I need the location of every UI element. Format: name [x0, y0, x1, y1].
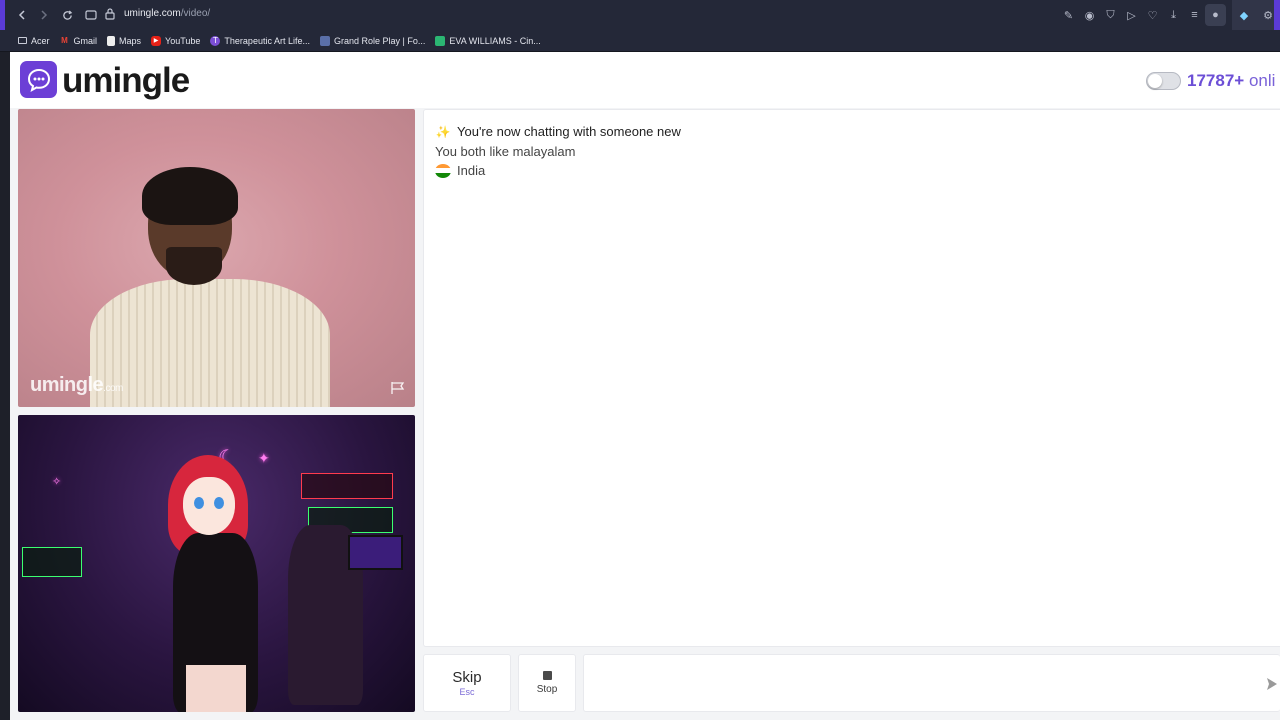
bookmark-label: Gmail: [73, 35, 98, 46]
profile-icon[interactable]: ●: [1205, 4, 1226, 26]
window-edge: [0, 0, 5, 30]
watermark-tld: .com: [103, 383, 123, 394]
stranger-beard: [166, 247, 222, 285]
neon-star-decoration: ✦: [258, 450, 270, 466]
bookmark-label: Maps: [119, 35, 142, 46]
online-count: 17787+: [1187, 71, 1245, 90]
url-path: /video/: [180, 8, 211, 19]
site-icon: [319, 35, 330, 46]
system-message-interests: You both like malayalam: [435, 144, 575, 159]
sparkles-icon: ✨: [435, 124, 451, 139]
youtube-icon: ▶: [151, 35, 162, 46]
bookmark-grand-role-play[interactable]: Grand Role Play | Fo...: [319, 35, 426, 46]
online-counter: 17787+ onli: [1187, 71, 1275, 91]
site-header: umingle 17787+ onli: [10, 52, 1280, 108]
stranger-figure: [90, 279, 330, 407]
page: umingle 17787+ onli umingle.com ✧ ☾ ✦ ✨: [10, 52, 1280, 720]
bookmark-label: Grand Role Play | Fo...: [333, 35, 426, 46]
extension-group: ◆ ⚙: [1232, 0, 1280, 30]
forward-button[interactable]: [35, 6, 53, 24]
site-icon: T: [210, 35, 221, 46]
bookmark-youtube[interactable]: ▶ YouTube: [151, 35, 201, 46]
window-icon: [85, 10, 97, 20]
kick-sign-left: [22, 547, 82, 577]
bookmark-gmail[interactable]: M Gmail: [60, 35, 98, 46]
avatar-eye: [194, 497, 204, 509]
download-icon[interactable]: ⤓: [1163, 0, 1184, 30]
report-flag-icon[interactable]: [390, 381, 406, 395]
back-button[interactable]: [13, 6, 31, 24]
site-icon: [435, 35, 446, 46]
brand-logo[interactable]: umingle: [62, 61, 190, 101]
bookmark-maps[interactable]: Maps: [107, 35, 142, 46]
system-message-intro: ✨ You're now chatting with someone new: [435, 124, 681, 139]
maps-icon: [107, 35, 116, 46]
reload-icon: [62, 9, 72, 20]
bookmark-label: Therapeutic Art Life...: [224, 35, 310, 46]
theme-toggle[interactable]: [1146, 72, 1181, 90]
bookmark-label: EVA WILLIAMS - Cin...: [449, 35, 541, 46]
bookmark-therapeutic-art[interactable]: T Therapeutic Art Life...: [210, 35, 310, 46]
stop-button[interactable]: Stop: [518, 654, 576, 712]
message-input[interactable]: [596, 663, 1256, 703]
window-edge-right: [1274, 0, 1280, 30]
edit-icon[interactable]: ✎: [1058, 0, 1079, 30]
system-message-country: India: [435, 163, 485, 178]
avatar-legs: [186, 665, 246, 712]
watermark-brand: umingle: [30, 374, 104, 396]
avatar-eye: [214, 497, 224, 509]
toolbar-actions: ✎ ◉ ⛉ ▷ ♡ ⤓ ≡ ● ◆ ⚙: [1058, 0, 1280, 30]
stranger-hair: [142, 167, 238, 225]
neon-sign-left: ✧: [52, 476, 62, 488]
message-box: [583, 654, 1280, 712]
gmail-icon: M: [61, 36, 68, 45]
forward-arrow-icon: [41, 10, 48, 20]
country-text: India: [457, 163, 486, 178]
avatar-face: [183, 477, 235, 535]
skip-label: Skip: [452, 669, 482, 686]
url-host: umingle.com: [124, 8, 181, 19]
intro-text: You're now chatting with someone new: [457, 124, 681, 139]
india-flag-icon: [435, 163, 451, 178]
stranger-video: umingle.com: [18, 109, 415, 407]
address-bar[interactable]: umingle.com/video/: [124, 8, 210, 19]
folder-icon: [18, 37, 27, 44]
bookmark-label: YouTube: [165, 35, 201, 46]
back-arrow-icon: [18, 10, 25, 20]
extension-icon[interactable]: ◆: [1236, 0, 1252, 30]
stop-icon: [542, 671, 552, 680]
chat-panel: ✨ You're now chatting with someone new Y…: [423, 109, 1280, 647]
camera-icon[interactable]: ◉: [1079, 0, 1100, 30]
send-icon[interactable]: [1266, 677, 1278, 691]
stop-label: Stop: [536, 684, 558, 695]
browser-toolbar: umingle.com/video/ ✎ ◉ ⛉ ▷ ♡ ⤓ ≡ ● ◆ ⚙: [0, 0, 1280, 30]
youtube-sign: [301, 473, 393, 499]
skip-button[interactable]: Skip Esc: [423, 654, 511, 712]
bookmarks-bar: Acer M Gmail Maps ▶ YouTube T Therapeuti…: [0, 30, 1280, 52]
self-video: ✧ ☾ ✦: [18, 415, 415, 712]
menu-icon[interactable]: ≡: [1184, 0, 1205, 30]
bookmark-acer[interactable]: Acer: [18, 36, 50, 46]
heart-icon[interactable]: ♡: [1142, 0, 1163, 30]
interests-text: You both like malayalam: [435, 144, 576, 159]
tab-toggle-button[interactable]: [82, 6, 100, 24]
chat-bubble-logo-icon[interactable]: [20, 61, 57, 98]
shield-icon[interactable]: ⛉: [1100, 0, 1121, 30]
online-label: onli: [1248, 71, 1276, 90]
skip-shortcut: Esc: [459, 687, 475, 697]
lock-icon[interactable]: [104, 7, 118, 21]
video-watermark: umingle.com: [30, 374, 123, 397]
bookmark-label: Acer: [31, 35, 50, 46]
bookmark-eva-williams[interactable]: EVA WILLIAMS - Cin...: [435, 35, 541, 46]
play-icon[interactable]: ▷: [1121, 0, 1142, 30]
monitor: [348, 535, 403, 570]
reload-button[interactable]: [58, 6, 76, 24]
